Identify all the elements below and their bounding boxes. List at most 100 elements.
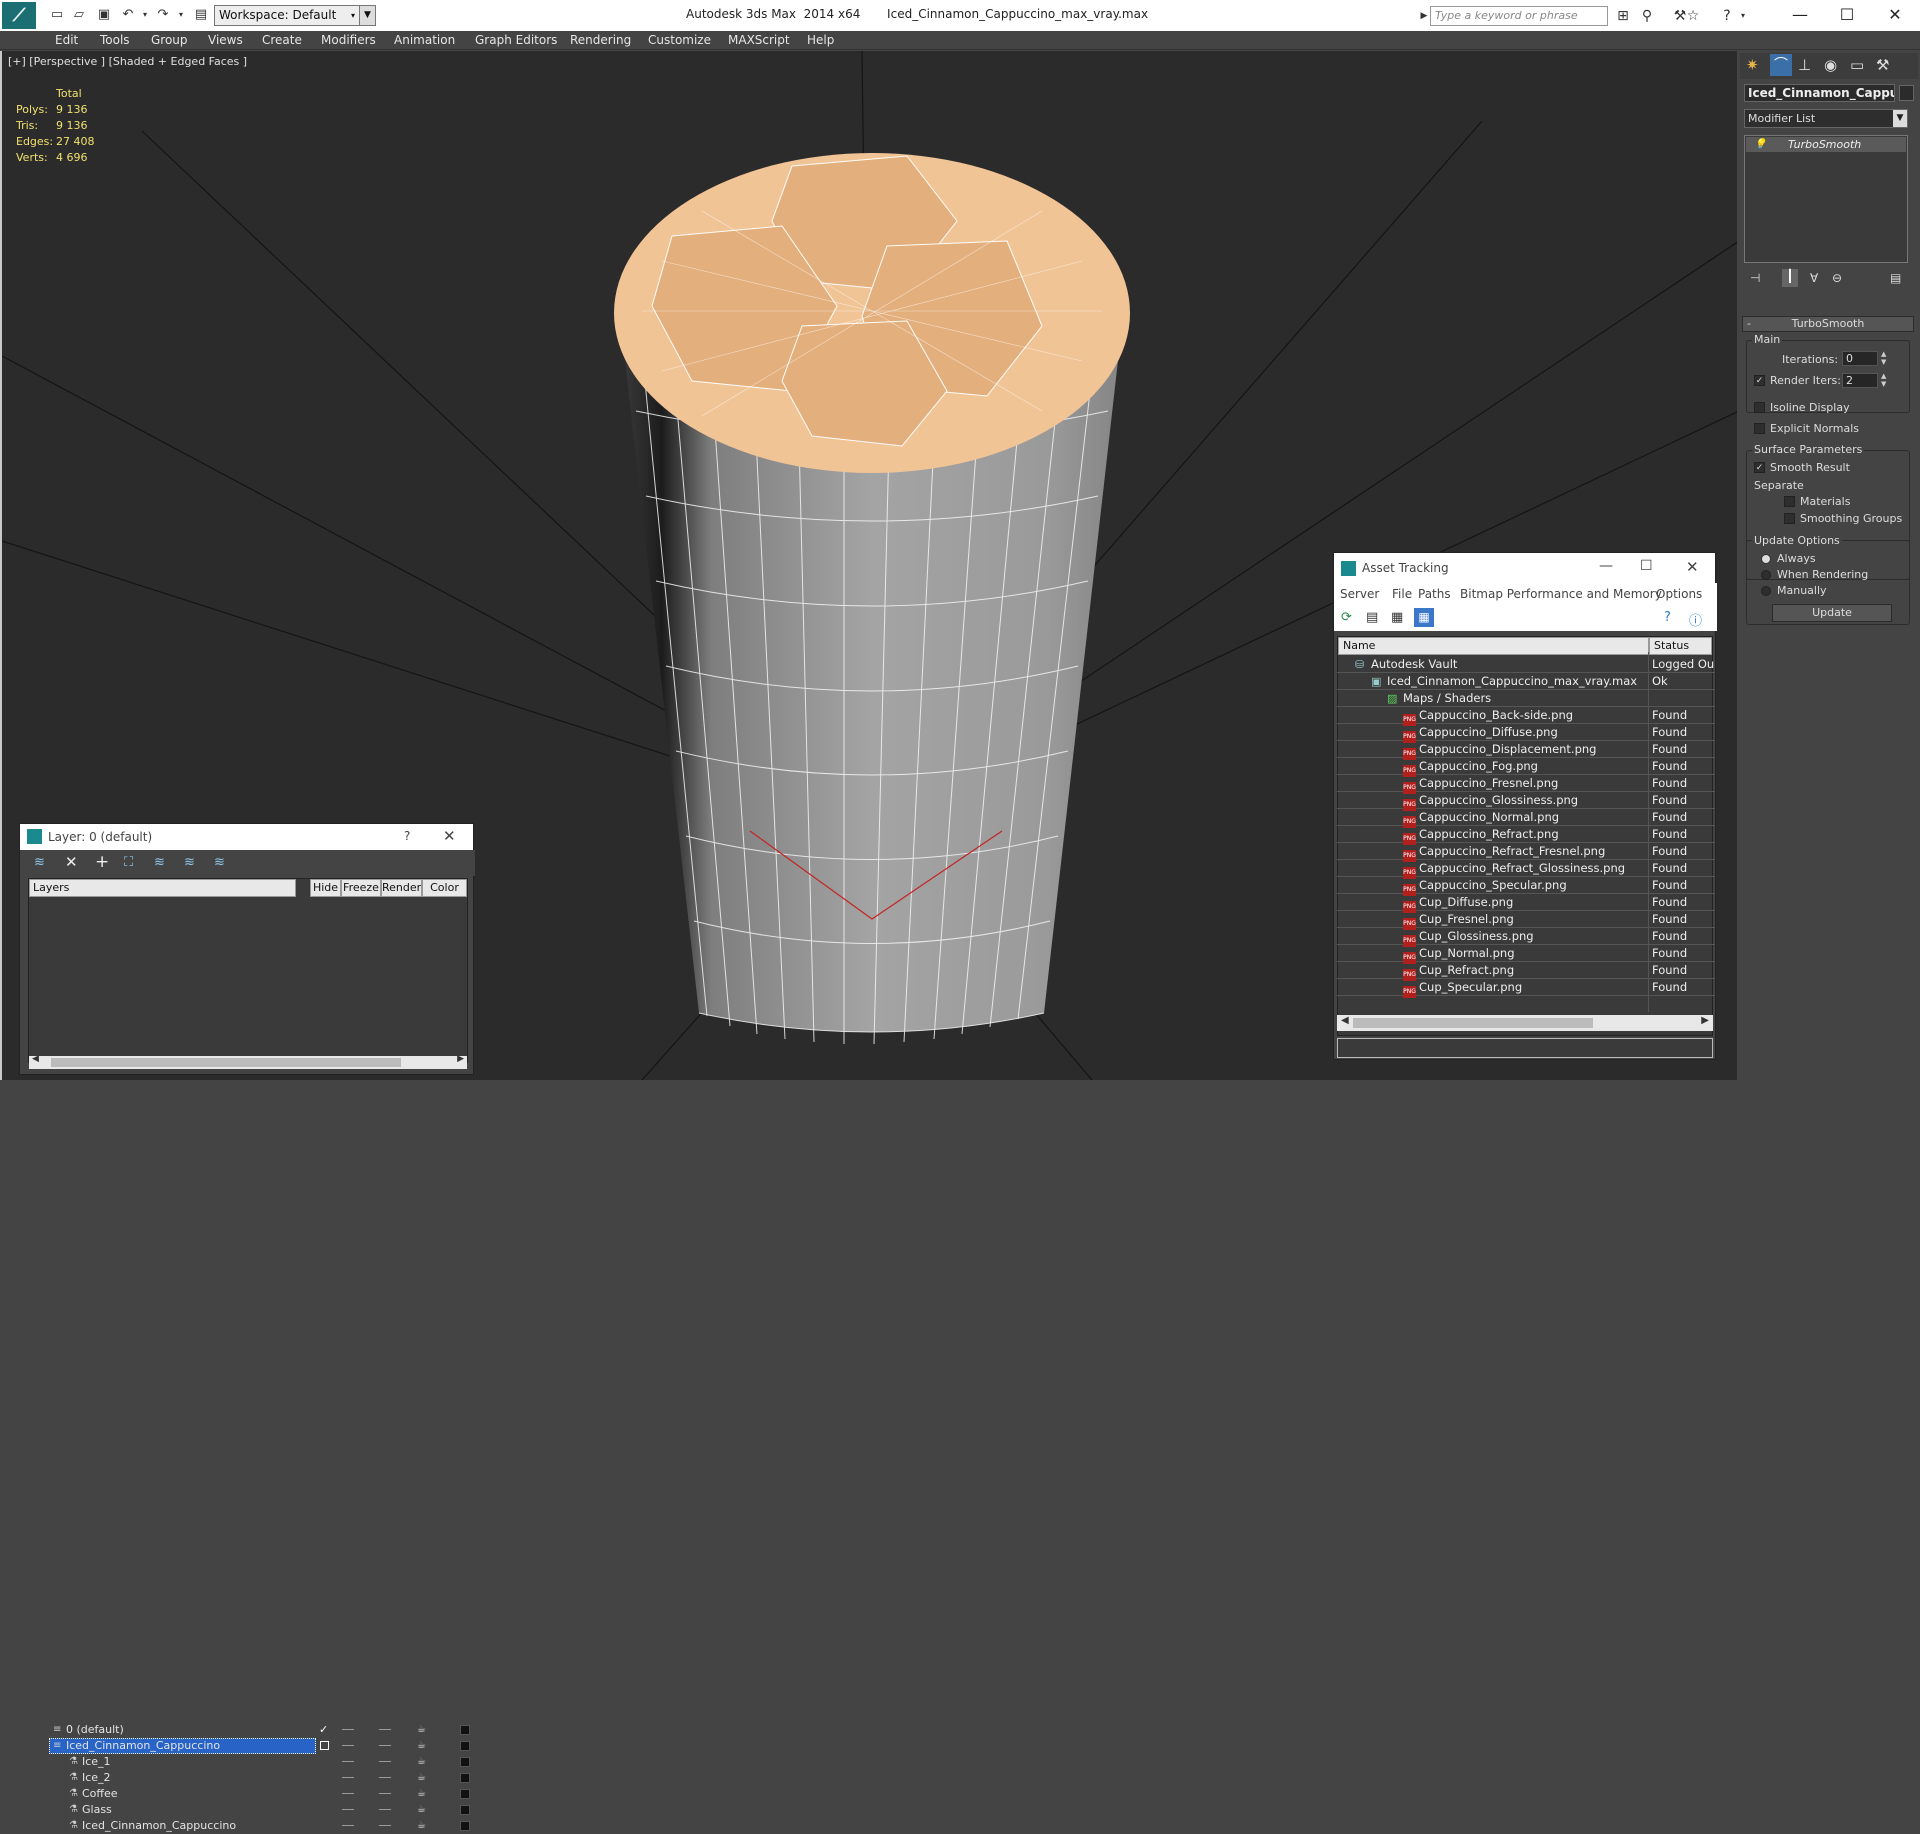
asset-row[interactable]: PNG Cup_Refract.png Found [1337, 962, 1715, 981]
layer-color-swatch[interactable] [460, 1741, 470, 1751]
manually-radio[interactable] [1761, 586, 1771, 596]
asset-row[interactable]: PNG Cappuccino_Refract_Fresnel.png Found [1337, 843, 1715, 862]
asset-scrollbar[interactable]: ◀ ▶ [1337, 1015, 1713, 1031]
freeze-toggle-icon[interactable] [379, 1825, 391, 1826]
asset-row[interactable]: PNG Cappuccino_Displacement.png Found [1337, 741, 1715, 760]
menu-create[interactable]: Create [262, 33, 302, 47]
iterations-spinner[interactable]: 0 [1842, 351, 1878, 366]
show-end-result-icon[interactable]: ┃ [1782, 269, 1798, 287]
create-tab-icon[interactable]: ✷ [1746, 56, 1759, 74]
current-layer-box-icon[interactable] [320, 1741, 329, 1750]
layer-row[interactable]: ⚗ Ice_2 ☕ [49, 1770, 489, 1786]
asset-row[interactable]: ▨ Maps / Shaders [1337, 690, 1715, 707]
col-name[interactable]: Name [1338, 637, 1649, 655]
hide-toggle-icon[interactable] [342, 1729, 354, 1730]
layer-row[interactable]: ⚗ Iced_Cinnamon_Cappuccino ☕ [49, 1818, 489, 1834]
make-unique-icon[interactable]: ∀ [1810, 271, 1818, 285]
asset-help-icon[interactable]: ? [1664, 610, 1671, 625]
menu-modifiers[interactable]: Modifiers [321, 33, 376, 47]
save-file-icon[interactable]: ▣ [95, 6, 113, 24]
hide-toggle-icon[interactable] [342, 1745, 354, 1746]
col-color[interactable]: Color [422, 879, 467, 897]
modify-tab-icon[interactable]: ⌒ [1770, 54, 1792, 76]
asset-close-button[interactable]: ✕ [1686, 558, 1699, 576]
menu-customize[interactable]: Customize [648, 33, 711, 47]
layer-row[interactable]: ≡ Iced_Cinnamon_Cappuccino ☕ [49, 1738, 489, 1754]
layer-color-swatch[interactable] [460, 1725, 470, 1735]
undo-dropdown-icon[interactable]: ▾ [136, 6, 154, 24]
close-button[interactable]: ✕ [1872, 2, 1918, 28]
asset-menu-paths[interactable]: Paths [1418, 587, 1451, 601]
asset-row[interactable]: ▣ Iced_Cinnamon_Cappuccino_max_vray.max Ok [1337, 673, 1715, 690]
freeze-toggle-icon[interactable] [379, 1793, 391, 1794]
asset-row[interactable]: PNG Cappuccino_Refract_Glossiness.png Foun… [1337, 860, 1715, 879]
configure-sets-icon[interactable]: ▤ [1890, 271, 1901, 285]
subscription-icon[interactable]: ⚲ [1638, 7, 1656, 25]
explicit-normals-checkbox[interactable] [1754, 423, 1765, 434]
layer-scrollbar[interactable]: ◀ ▶ [29, 1054, 467, 1069]
motion-tab-icon[interactable]: ◉ [1824, 56, 1837, 74]
render-toggle-icon[interactable]: ☕ [417, 1722, 426, 1737]
col-status[interactable]: Status [1649, 637, 1712, 655]
asset-row[interactable]: PNG Cappuccino_Normal.png Found [1337, 809, 1715, 828]
asset-minimize-button[interactable]: — [1599, 558, 1613, 574]
scroll-thumb[interactable] [51, 1058, 401, 1067]
menu-tools[interactable]: Tools [100, 33, 130, 47]
turbosmooth-rollout-header[interactable]: - TurboSmooth [1742, 316, 1914, 332]
favorites-star-icon[interactable]: ☆ [1684, 7, 1702, 25]
pin-stack-icon[interactable]: ⊣ [1750, 271, 1760, 285]
hide-all-layers-icon[interactable]: ≋ [184, 855, 195, 870]
object-name-field[interactable]: Iced_Cinnamon_Cappucc [1744, 84, 1895, 102]
refresh-icon[interactable]: ⟳ [1341, 610, 1352, 625]
menu-animation[interactable]: Animation [394, 33, 455, 47]
asset-maximize-button[interactable]: ☐ [1640, 558, 1653, 574]
create-layer-icon[interactable]: ≋ [34, 855, 45, 870]
layer-help-button[interactable]: ? [404, 829, 410, 843]
asset-panel-titlebar[interactable]: Asset Tracking — ☐ ✕ [1334, 553, 1715, 583]
workspace-dropdown[interactable]: Workspace: Default ▾ ▼ [214, 5, 376, 26]
render-toggle-icon[interactable]: ☕ [417, 1786, 426, 1801]
asset-row[interactable]: PNG Cappuccino_Glossiness.png Found [1337, 792, 1715, 811]
asset-row[interactable]: ⛁ Autodesk Vault Logged Ou [1337, 656, 1715, 673]
asset-scroll-right-icon[interactable]: ▶ [1701, 1015, 1709, 1026]
menu-edit[interactable]: Edit [55, 33, 78, 47]
layer-row[interactable]: ⚗ Glass ☕ [49, 1802, 489, 1818]
asset-info-icon[interactable]: ⓘ [1689, 610, 1702, 629]
select-in-layer-icon[interactable]: ⛶ [124, 855, 133, 870]
scroll-right-icon[interactable]: ▶ [457, 1054, 464, 1064]
scroll-left-icon[interactable]: ◀ [32, 1054, 39, 1064]
add-to-layer-icon[interactable]: + [95, 852, 109, 872]
render-toggle-icon[interactable]: ☕ [417, 1738, 426, 1753]
layer-color-swatch[interactable] [460, 1773, 470, 1783]
render-toggle-icon[interactable]: ☕ [417, 1770, 426, 1785]
new-file-icon[interactable]: ▭ [48, 6, 66, 24]
asset-row[interactable]: PNG Cappuccino_Back-side.png Found [1337, 707, 1715, 726]
help-dropdown-icon[interactable]: ▾ [1734, 7, 1752, 25]
hide-toggle-icon[interactable] [342, 1793, 354, 1794]
layer-color-swatch[interactable] [460, 1821, 470, 1831]
tree-view-icon[interactable]: ▦ [1391, 610, 1403, 625]
menu-views[interactable]: Views [208, 33, 243, 47]
menu-rendering[interactable]: Rendering [570, 33, 631, 47]
asset-row[interactable]: PNG Cappuccino_Diffuse.png Found [1337, 724, 1715, 743]
delete-layer-icon[interactable]: ✕ [65, 853, 78, 871]
asset-scroll-left-icon[interactable]: ◀ [1341, 1015, 1349, 1026]
render-toggle-icon[interactable]: ☕ [417, 1754, 426, 1769]
asset-row[interactable]: PNG Cappuccino_Fog.png Found [1337, 758, 1715, 777]
asset-row[interactable]: PNG Cup_Specular.png Found [1337, 979, 1715, 998]
menu-graph-editors[interactable]: Graph Editors [475, 33, 557, 47]
render-iters-checkbox[interactable]: ✓ [1754, 375, 1765, 386]
iterations-spin-arrows-icon[interactable]: ▲ ▼ [1881, 350, 1886, 366]
col-hide[interactable]: Hide [310, 879, 341, 897]
layer-row[interactable]: ⚗ Coffee ☕ [49, 1786, 489, 1802]
asset-row[interactable]: PNG Cappuccino_Fresnel.png Found [1337, 775, 1715, 794]
search-input[interactable]: Type a keyword or phrase [1430, 6, 1608, 26]
asset-scroll-thumb[interactable] [1353, 1018, 1593, 1028]
asset-row[interactable]: PNG Cup_Diffuse.png Found [1337, 894, 1715, 913]
layer-close-button[interactable]: ✕ [443, 827, 456, 845]
layer-list[interactable] [28, 878, 468, 1063]
asset-menu-file[interactable]: File [1392, 587, 1412, 601]
minimize-button[interactable]: — [1777, 2, 1823, 28]
active-layer-check-icon[interactable]: ✓ [319, 1722, 328, 1737]
open-file-icon[interactable]: ▱ [70, 6, 88, 24]
